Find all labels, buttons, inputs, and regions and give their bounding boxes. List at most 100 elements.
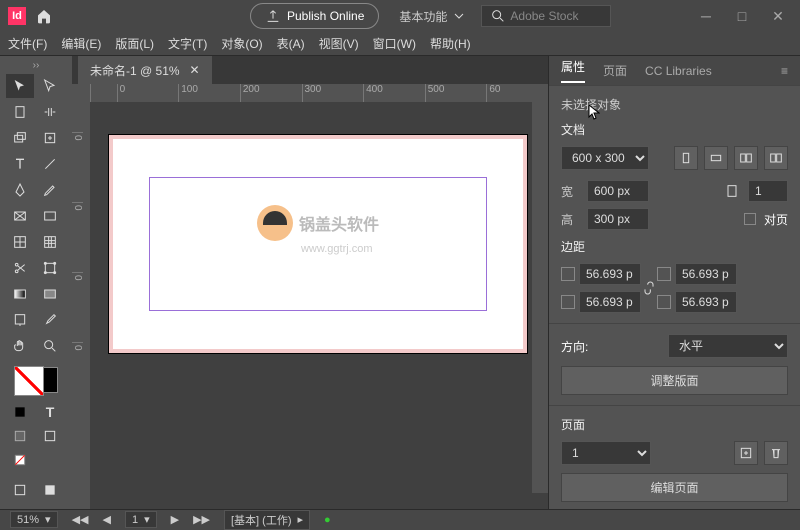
- view-mode-preview[interactable]: [36, 479, 64, 501]
- workspace-switcher[interactable]: 基本功能: [399, 8, 467, 25]
- apply-color-icon[interactable]: [6, 401, 34, 423]
- rectangle-frame-tool[interactable]: [6, 204, 34, 228]
- ruler-origin[interactable]: [72, 84, 90, 102]
- close-button[interactable]: ✕: [764, 4, 792, 28]
- view-mode-normal[interactable]: [6, 479, 34, 501]
- type-tool[interactable]: [6, 152, 34, 176]
- orientation-landscape-icon[interactable]: [704, 146, 728, 170]
- selection-tool[interactable]: [6, 74, 34, 98]
- orientation-portrait-icon[interactable]: [674, 146, 698, 170]
- grid-tool-2[interactable]: [36, 230, 64, 254]
- grid-tool-1[interactable]: [6, 230, 34, 254]
- menu-object[interactable]: 对象(O): [221, 35, 262, 52]
- tab-pages[interactable]: 页面: [603, 62, 627, 79]
- page-tool[interactable]: [6, 100, 34, 124]
- menu-file[interactable]: 文件(F): [8, 35, 47, 52]
- pen-tool[interactable]: [6, 178, 34, 202]
- page-select[interactable]: 1▾: [125, 511, 157, 528]
- watermark: 锅盖头软件 www.ggtrj.com: [257, 205, 379, 241]
- line-tool[interactable]: [36, 152, 64, 176]
- adjust-layout-button[interactable]: 调整版面: [561, 366, 788, 395]
- prev-spread-icon[interactable]: ◀◀: [72, 513, 89, 526]
- vertical-ruler[interactable]: 0 0 0 0: [72, 102, 90, 509]
- delete-page-icon[interactable]: [764, 441, 788, 465]
- menu-edit[interactable]: 编辑(E): [61, 35, 101, 52]
- height-input[interactable]: [587, 208, 649, 230]
- scissors-tool[interactable]: [6, 256, 34, 280]
- width-label: 宽: [561, 183, 579, 200]
- close-tab-icon[interactable]: ✕: [190, 63, 200, 77]
- apply-fill-icon[interactable]: [6, 425, 34, 447]
- pages-icon: [724, 183, 740, 199]
- width-input[interactable]: [587, 180, 649, 202]
- margin-bottom-icon: [561, 295, 575, 309]
- page-preset-select[interactable]: 600 x 300: [561, 146, 649, 170]
- binding-ltr-icon[interactable]: [734, 146, 758, 170]
- tab-properties[interactable]: 属性: [561, 58, 585, 83]
- menu-type[interactable]: 文字(T): [168, 35, 207, 52]
- menu-help[interactable]: 帮助(H): [430, 35, 471, 52]
- apply-text-icon[interactable]: T: [36, 401, 64, 423]
- tab-cc-libraries[interactable]: CC Libraries: [645, 64, 712, 78]
- pages-section-title: 页面: [561, 416, 788, 433]
- margin-right-icon: [657, 295, 671, 309]
- direct-selection-tool[interactable]: [36, 74, 64, 98]
- zoom-tool[interactable]: [36, 334, 64, 358]
- doc-section-title: 文档: [561, 121, 788, 138]
- chevron-down-icon: [451, 8, 467, 24]
- zoom-select[interactable]: 51%▾: [10, 511, 58, 528]
- direction-label: 方向:: [561, 338, 588, 355]
- apply-none-icon[interactable]: [6, 449, 34, 471]
- facing-pages-checkbox[interactable]: [744, 213, 756, 225]
- gradient-feather-tool[interactable]: [36, 282, 64, 306]
- new-page-icon[interactable]: [734, 441, 758, 465]
- link-margins-icon[interactable]: [641, 268, 657, 308]
- workspace-state[interactable]: [基本] (工作)▸: [224, 510, 310, 530]
- minimize-button[interactable]: ─: [692, 4, 720, 28]
- document-tab-bar: 未命名-1 @ 51% ✕: [72, 56, 548, 84]
- horizontal-ruler[interactable]: 0 100 200 300 400 500 60: [90, 84, 548, 102]
- note-tool[interactable]: [6, 308, 34, 332]
- upload-icon: [265, 8, 281, 24]
- eyedropper-tool[interactable]: [36, 308, 64, 332]
- margin-left-icon: [657, 267, 671, 281]
- menu-window[interactable]: 窗口(W): [373, 35, 416, 52]
- publish-online-button[interactable]: Publish Online: [250, 3, 379, 29]
- edit-pages-button[interactable]: 编辑页面: [561, 473, 788, 502]
- next-spread-icon[interactable]: ▶▶: [193, 513, 210, 526]
- maximize-button[interactable]: □: [728, 4, 756, 28]
- margin-section-title: 边距: [561, 238, 788, 255]
- menu-table[interactable]: 表(A): [277, 35, 305, 52]
- prev-page-icon[interactable]: ◀: [102, 513, 110, 526]
- facing-pages-label: 对页: [764, 211, 788, 228]
- free-transform-tool[interactable]: [36, 256, 64, 280]
- next-page-icon[interactable]: ▶: [171, 513, 179, 526]
- menu-view[interactable]: 视图(V): [319, 35, 359, 52]
- margin-bottom-input[interactable]: [579, 291, 641, 313]
- page-canvas[interactable]: 锅盖头软件 www.ggtrj.com: [108, 134, 528, 354]
- home-icon[interactable]: [34, 6, 54, 26]
- fill-stroke-swatch[interactable]: [14, 366, 58, 393]
- panel-menu-icon[interactable]: ≡: [781, 64, 788, 78]
- gradient-swatch-tool[interactable]: [6, 282, 34, 306]
- hand-tool[interactable]: [6, 334, 34, 358]
- no-selection-label: 未选择对象: [561, 96, 788, 113]
- gap-tool[interactable]: [36, 100, 64, 124]
- search-input[interactable]: Adobe Stock: [481, 5, 611, 27]
- apply-gradient-icon[interactable]: [36, 425, 64, 447]
- vertical-scrollbar[interactable]: [532, 102, 548, 493]
- pages-count-input[interactable]: [748, 180, 788, 202]
- margin-left-input[interactable]: [675, 263, 737, 285]
- margin-right-input[interactable]: [675, 291, 737, 313]
- binding-rtl-icon[interactable]: [764, 146, 788, 170]
- document-tab[interactable]: 未命名-1 @ 51% ✕: [78, 56, 212, 85]
- rectangle-tool[interactable]: [36, 204, 64, 228]
- pencil-tool[interactable]: [36, 178, 64, 202]
- content-collector-tool[interactable]: [6, 126, 34, 150]
- page-nav-select[interactable]: 1: [561, 441, 651, 465]
- status-ok-icon: ●: [324, 514, 331, 526]
- menu-layout[interactable]: 版面(L): [115, 35, 154, 52]
- content-placer-tool[interactable]: [36, 126, 64, 150]
- margin-top-input[interactable]: [579, 263, 641, 285]
- direction-select[interactable]: 水平: [668, 334, 788, 358]
